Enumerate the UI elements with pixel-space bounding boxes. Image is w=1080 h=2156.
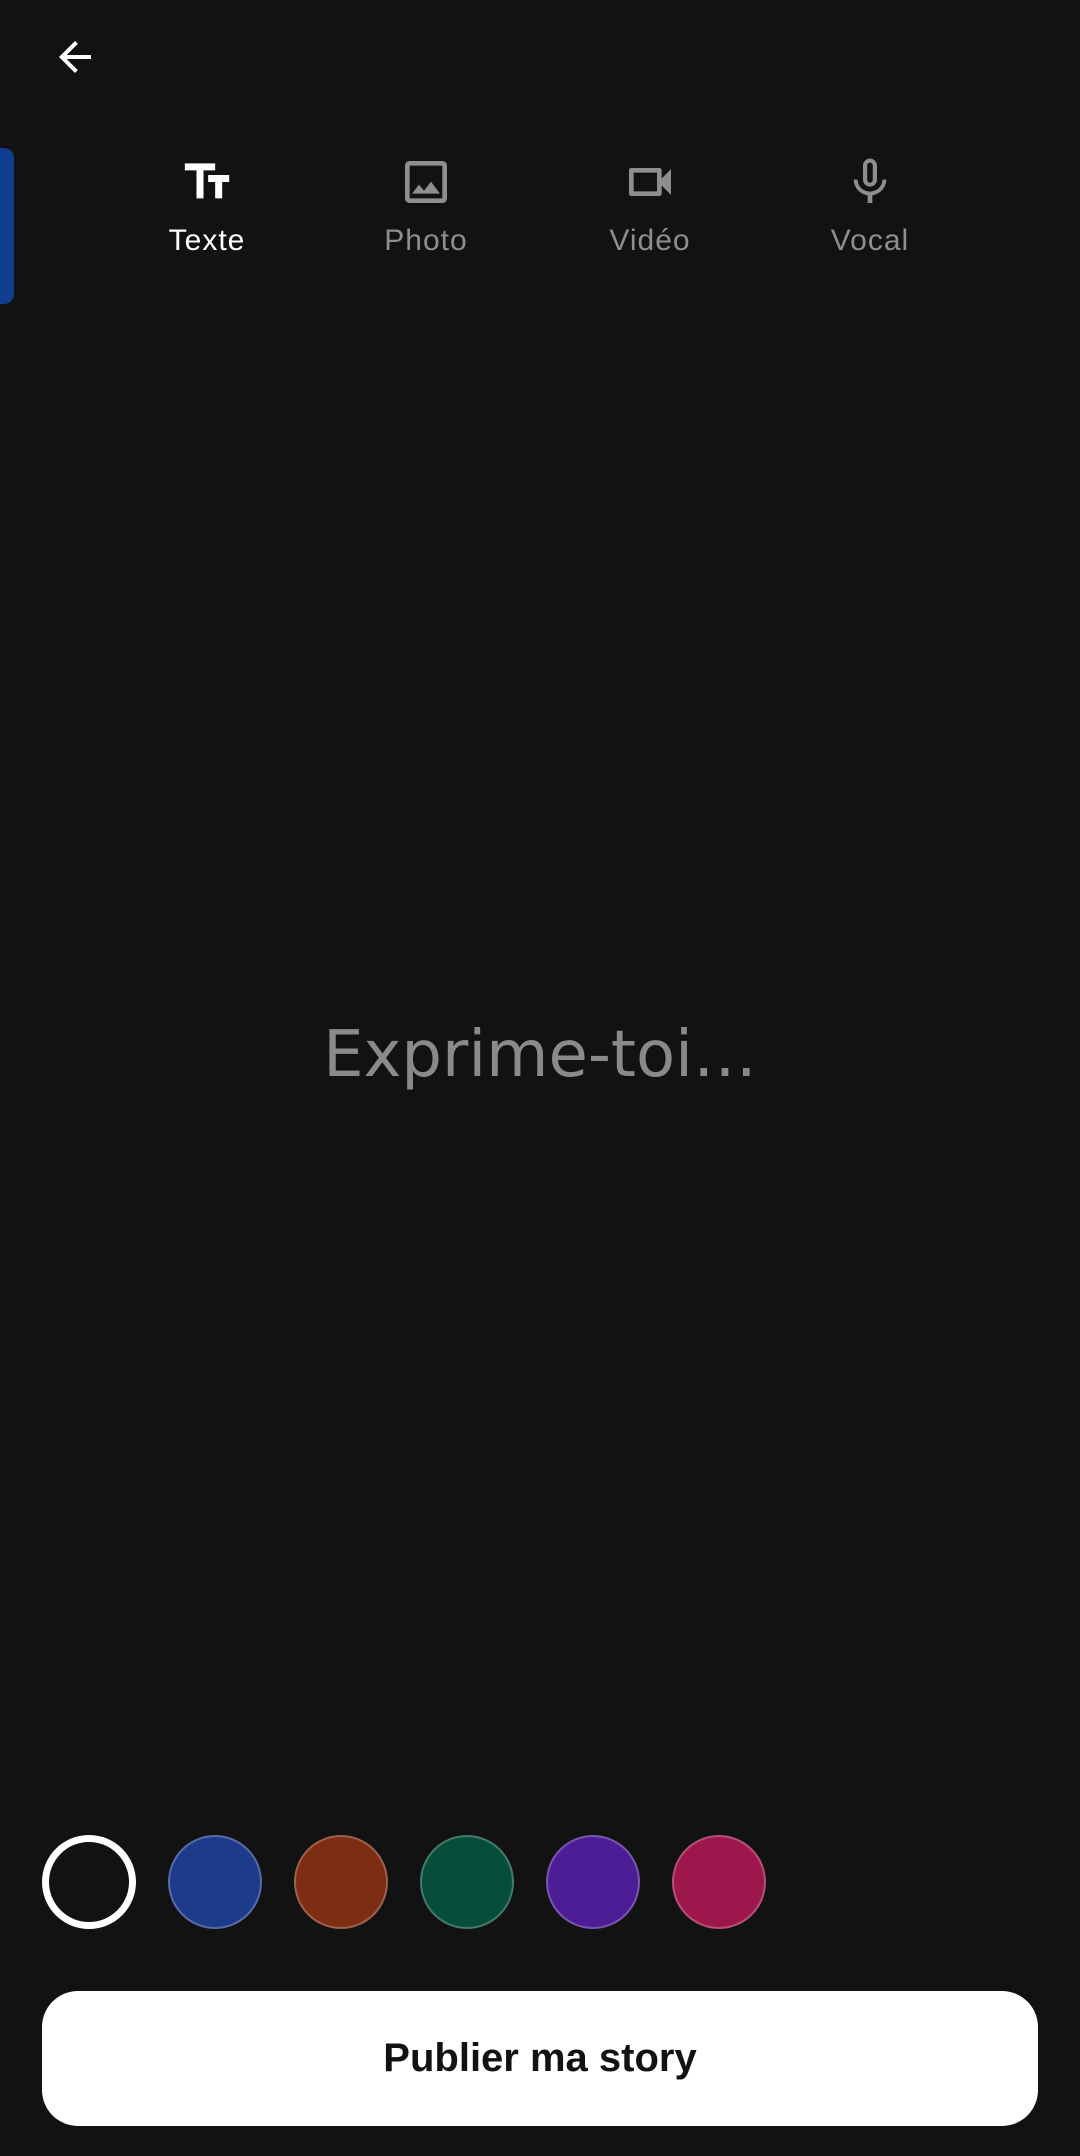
arrow-left-icon xyxy=(59,41,91,73)
tab-vocal-label: Vocal xyxy=(830,224,910,257)
tab-texte-label: Texte xyxy=(168,224,246,257)
background-color-picker xyxy=(42,1835,766,1929)
video-camera-icon xyxy=(618,150,682,214)
tab-vocal[interactable]: Vocal xyxy=(780,150,960,270)
color-swatch-orange[interactable] xyxy=(294,1835,388,1929)
color-swatch-black[interactable] xyxy=(42,1835,136,1929)
image-icon xyxy=(394,150,458,214)
color-swatch-green[interactable] xyxy=(420,1835,514,1929)
story-type-tabs: Texte Photo Vidéo Vocal xyxy=(0,150,1080,270)
tab-video-label: Vidéo xyxy=(609,224,691,257)
tab-photo[interactable]: Photo xyxy=(336,150,516,270)
story-text-area xyxy=(60,990,1020,1120)
tab-video[interactable]: Vidéo xyxy=(560,150,740,270)
color-swatch-blue[interactable] xyxy=(168,1835,262,1929)
color-swatch-purple[interactable] xyxy=(546,1835,640,1929)
story-text-input[interactable] xyxy=(60,1017,1020,1093)
text-format-icon xyxy=(175,150,239,214)
microphone-icon xyxy=(838,150,902,214)
tab-texte[interactable]: Texte xyxy=(117,150,297,270)
back-button[interactable] xyxy=(40,22,110,92)
tab-photo-label: Photo xyxy=(384,224,468,257)
color-swatch-pink[interactable] xyxy=(672,1835,766,1929)
publish-story-button[interactable]: Publier ma story xyxy=(42,1991,1038,2126)
